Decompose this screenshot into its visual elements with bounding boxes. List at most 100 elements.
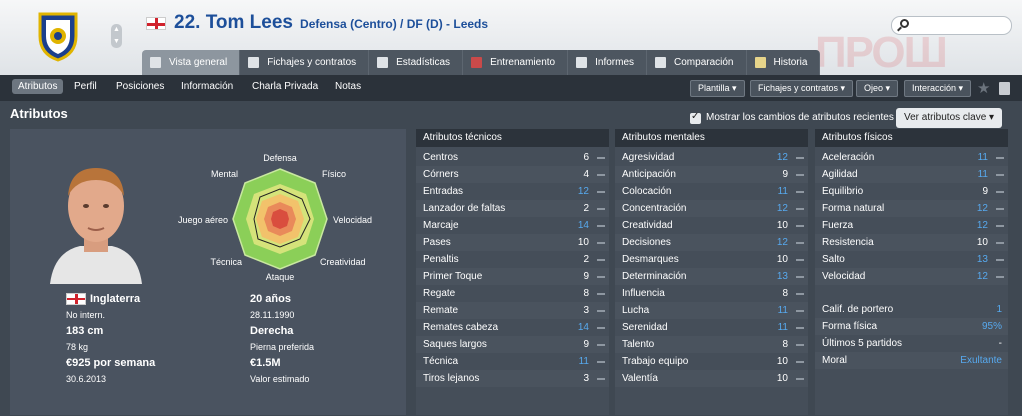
attribute-row[interactable]: Primer Toque 9 — [416, 268, 609, 285]
trend-dash-icon — [597, 259, 605, 261]
attribute-name: Tiros lejanos — [423, 373, 480, 384]
height: 183 cm — [66, 325, 104, 337]
attribute-row[interactable]: Colocación 11 — [615, 183, 808, 200]
contract-end: 30.6.2013 — [66, 374, 107, 384]
attribute-row[interactable]: Técnica 11 — [416, 353, 609, 370]
attribute-row[interactable]: Lanzador de faltas 2 — [416, 200, 609, 217]
tab-transfers[interactable]: Fichajes y contratos — [240, 50, 370, 75]
attribute-row[interactable]: Últimos 5 partidos - — [815, 335, 1008, 352]
subnav-profile[interactable]: Perfil — [74, 81, 97, 92]
tab-history[interactable]: Historia — [746, 50, 821, 75]
player-subtitle[interactable]: Defensa (Centro) / DF (D) - Leeds — [300, 17, 488, 31]
subnav-positions[interactable]: Posiciones — [116, 81, 164, 92]
scouting-dropdown[interactable]: Ojeo ▾ — [856, 80, 899, 97]
nationality[interactable]: Inglaterra — [90, 293, 140, 305]
tab-training[interactable]: Entrenamiento — [463, 50, 569, 75]
preferred-foot: Derecha — [250, 325, 294, 337]
attribute-row[interactable]: Entradas 12 — [416, 183, 609, 200]
transfers-dropdown[interactable]: Fichajes y contratos ▾ — [750, 80, 854, 97]
attribute-row[interactable]: Anticipación 9 — [615, 166, 808, 183]
trend-dash-icon — [996, 174, 1004, 176]
trend-dash-icon — [597, 157, 605, 159]
attribute-row[interactable]: Equilibrio 9 — [815, 183, 1008, 200]
attribute-row[interactable]: Desmarques 10 — [615, 251, 808, 268]
notes-icon[interactable] — [999, 82, 1010, 95]
attribute-row[interactable]: Fuerza 12 — [815, 217, 1008, 234]
attribute-row[interactable]: Talento 8 — [615, 336, 808, 353]
trend-dash-icon — [796, 293, 804, 295]
attribute-row[interactable]: Agresividad 12 — [615, 149, 808, 166]
trend-dash-icon — [796, 310, 804, 312]
physical-attributes: Atributos físicos Aceleración 11 Agilidad 1… — [815, 129, 1008, 415]
attribute-row[interactable]: Decisiones 12 — [615, 234, 808, 251]
attribute-row[interactable]: Forma física 95% — [815, 318, 1008, 335]
subnav-information[interactable]: Información — [181, 81, 233, 92]
attribute-row[interactable]: Calif. de portero 1 — [815, 301, 1008, 318]
attribute-row[interactable]: Remates cabeza 14 — [416, 319, 609, 336]
attribute-row[interactable]: Penaltis 2 — [416, 251, 609, 268]
attribute-value: 9 — [782, 169, 788, 180]
attribute-row[interactable]: Trabajo equipo 10 — [615, 353, 808, 370]
attribute-row[interactable]: Agilidad 11 — [815, 166, 1008, 183]
radar-label-technique: Técnica — [210, 257, 242, 267]
tab-overview[interactable]: Vista general — [142, 50, 241, 75]
attribute-value: 12 — [976, 220, 988, 231]
attribute-row[interactable]: Aceleración 11 — [815, 149, 1008, 166]
attribute-row[interactable]: Resistencia 10 — [815, 234, 1008, 251]
attribute-row[interactable]: Pases 10 — [416, 234, 609, 251]
attribute-value: 13 — [976, 254, 988, 265]
attribute-name: Concentración — [622, 203, 687, 214]
watermark-logo: ПРОШ — [815, 28, 948, 77]
trend-dash-icon — [796, 191, 804, 193]
subnav-private-chat[interactable]: Charla Privada — [252, 81, 318, 92]
tab-reports[interactable]: Informes — [568, 50, 648, 75]
attribute-row[interactable]: Valentía 10 — [615, 370, 808, 387]
attribute-row[interactable]: Moral Exultante — [815, 352, 1008, 369]
radar-label-defense: Defensa — [263, 153, 297, 163]
attribute-name: Calif. de portero — [822, 304, 894, 315]
estimated-value-label: Valor estimado — [250, 374, 310, 384]
show-changes-label[interactable]: Mostrar los cambios de atributos recient… — [706, 112, 894, 123]
key-attributes-button[interactable]: Ver atributos clave ▾ — [896, 108, 1003, 128]
attribute-row[interactable]: Concentración 12 — [615, 200, 808, 217]
attribute-row[interactable]: Córners 4 — [416, 166, 609, 183]
attribute-row[interactable]: Regate 8 — [416, 285, 609, 302]
radar-label-physical: Físico — [322, 169, 346, 179]
player-overview-panel: Defensa Físico Velocidad Creatividad Ata… — [10, 129, 406, 415]
attribute-row[interactable]: Marcaje 14 — [416, 217, 609, 234]
trend-dash-icon — [796, 208, 804, 210]
player-photo — [50, 168, 142, 284]
star-icon[interactable]: ★ — [977, 79, 990, 97]
squad-dropdown[interactable]: Plantilla ▾ — [690, 80, 745, 97]
subnav-notes[interactable]: Notas — [335, 81, 361, 92]
interaction-dropdown[interactable]: Interacción ▾ — [904, 80, 972, 97]
attribute-row[interactable]: Creatividad 10 — [615, 217, 808, 234]
attribute-row[interactable]: Saques largos 9 — [416, 336, 609, 353]
player-profile-screen: ▲ ▼ 22. Tom Lees Defensa (Centro) / DF (D… — [0, 0, 1022, 416]
attribute-row[interactable]: Tiros lejanos 3 — [416, 370, 609, 387]
search-input[interactable] — [891, 16, 1012, 35]
attribute-row[interactable]: Salto 13 — [815, 251, 1008, 268]
attribute-row[interactable]: Lucha 11 — [615, 302, 808, 319]
attribute-row[interactable]: Velocidad 12 — [815, 268, 1008, 285]
trend-dash-icon — [796, 157, 804, 159]
attribute-row[interactable]: Remate 3 — [416, 302, 609, 319]
attribute-row[interactable]: Serenidad 11 — [615, 319, 808, 336]
player-navigation-arrows[interactable]: ▲ ▼ — [111, 24, 122, 48]
england-flag-icon — [146, 17, 166, 30]
attribute-row[interactable]: Centros 6 — [416, 149, 609, 166]
trend-dash-icon — [796, 174, 804, 176]
tab-stats[interactable]: Estadísticas — [369, 50, 464, 75]
attribute-value: 4 — [583, 169, 589, 180]
tab-comparison[interactable]: Comparación — [647, 50, 747, 75]
club-badge-icon — [38, 12, 78, 62]
attribute-row[interactable]: Forma natural 12 — [815, 200, 1008, 217]
main-content: Atributos Mostrar los cambios de atribut… — [0, 101, 1022, 416]
attribute-row[interactable]: Determinación 13 — [615, 268, 808, 285]
attribute-value: Exultante — [960, 355, 1002, 366]
attribute-row[interactable]: Influencia 8 — [615, 285, 808, 302]
subnav-attributes[interactable]: Atributos — [12, 79, 64, 94]
show-changes-checkbox[interactable] — [690, 111, 701, 124]
attribute-value: 11 — [977, 169, 988, 180]
attribute-value: 8 — [782, 339, 788, 350]
